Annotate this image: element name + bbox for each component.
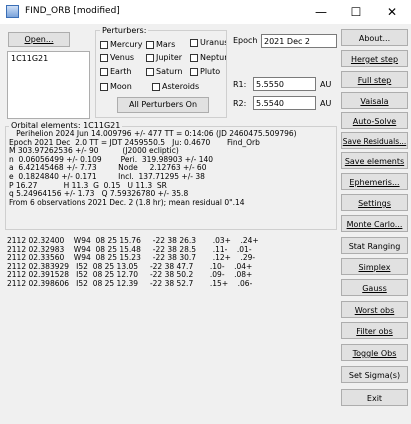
simplex-button[interactable]: Simplex xyxy=(341,258,408,275)
r2-unit: AU xyxy=(320,99,332,108)
checkbox-box[interactable] xyxy=(146,53,154,62)
checkbox-label: Mercury xyxy=(110,40,143,49)
about-button[interactable]: About... xyxy=(341,29,408,46)
open-button-label: Open... xyxy=(24,35,54,44)
object-list-item[interactable]: 1C11G21 xyxy=(8,52,89,65)
object-list[interactable]: 1C11G21 xyxy=(7,51,90,119)
checkbox-box[interactable] xyxy=(146,40,154,49)
window-title: FIND_ORB [modified] xyxy=(25,6,120,16)
herget-step-label: Herget step xyxy=(350,55,399,64)
open-button[interactable]: Open... xyxy=(8,32,70,47)
ephemeris-label: Ephemeris... xyxy=(349,178,400,187)
checkbox-label: Mars xyxy=(156,40,176,49)
monte-carlo-button[interactable]: Monte Carlo... xyxy=(341,215,408,232)
monte-carlo-label: Monte Carlo... xyxy=(346,220,403,229)
checkbox-asteroids[interactable]: Asteroids xyxy=(152,82,199,91)
filter-obs-button[interactable]: Filter obs xyxy=(341,322,408,339)
app-icon xyxy=(6,5,19,18)
set-sigma-button[interactable]: Set Sigma(s) xyxy=(341,366,408,383)
checkbox-box[interactable] xyxy=(146,67,154,76)
checkbox-jupiter[interactable]: Jupiter xyxy=(146,53,190,62)
vaisala-label: Vaisala xyxy=(360,97,389,106)
checkbox-box[interactable] xyxy=(190,67,198,76)
auto-solve-button[interactable]: Auto-Solve xyxy=(341,112,408,129)
checkbox-moon[interactable]: Moon xyxy=(100,82,132,91)
checkbox-clip: Uranus xyxy=(190,38,226,50)
epoch-input[interactable]: 2021 Dec 2 xyxy=(261,34,337,48)
checkbox-box[interactable] xyxy=(190,38,198,47)
checkbox-clip: Venus xyxy=(100,53,146,65)
observation-row[interactable]: 2112 02.398606 I52 08 25 12.39 -22 38 52… xyxy=(7,279,337,289)
checkbox-pluto[interactable]: Pluto xyxy=(190,67,220,76)
exit-button[interactable]: Exit xyxy=(341,389,408,406)
herget-step-button[interactable]: Herget step xyxy=(341,50,408,67)
r1-input[interactable]: 5.5550 xyxy=(253,77,316,91)
checkbox-venus[interactable]: Venus xyxy=(100,53,146,62)
settings-label: Settings xyxy=(358,199,391,208)
save-residuals-button[interactable]: Save Residuals... xyxy=(341,132,408,149)
checkbox-mercury[interactable]: Mercury xyxy=(100,40,142,49)
r2-input[interactable]: 5.5540 xyxy=(253,96,316,110)
save-residuals-label: Save Residuals... xyxy=(342,137,407,146)
checkbox-mars[interactable]: Mars xyxy=(146,40,175,49)
checkbox-clip: Neptune xyxy=(190,53,226,65)
full-step-button[interactable]: Full step xyxy=(341,71,408,88)
full-step-label: Full step xyxy=(357,76,392,85)
checkbox-clip: Jupiter xyxy=(146,53,190,65)
all-perturbers-button[interactable]: All Perturbers On xyxy=(117,97,209,113)
vaisala-button[interactable]: Vaisala xyxy=(341,92,408,109)
orbital-elements-header: Orbital elements: 1C11G21 xyxy=(9,121,123,130)
epoch-label: Epoch xyxy=(233,36,258,45)
maximize-icon[interactable]: ☐ xyxy=(341,2,371,22)
checkbox-label: Venus xyxy=(110,53,135,62)
r2-label: R2: xyxy=(233,99,247,108)
gauss-button[interactable]: Gauss xyxy=(341,279,408,296)
observation-list[interactable]: 2112 02.32400 W94 08 25 15.76 -22 38 26.… xyxy=(7,235,337,415)
orbital-elements-text: Perihelion 2024 Jun 14.009796 +/- 477 TT… xyxy=(9,130,335,207)
close-icon[interactable]: ✕ xyxy=(377,2,407,22)
checkbox-uranus[interactable]: Uranus xyxy=(190,38,226,47)
settings-button[interactable]: Settings xyxy=(341,194,408,211)
simplex-label: Simplex xyxy=(358,263,391,272)
checkbox-label: Neptune xyxy=(200,53,226,62)
stat-ranging-button[interactable]: Stat Ranging xyxy=(341,237,408,254)
checkbox-label: Asteroids xyxy=(162,82,200,91)
minimize-icon[interactable]: — xyxy=(306,2,336,22)
checkbox-label: Uranus xyxy=(200,38,226,47)
checkbox-saturn[interactable]: Saturn xyxy=(146,67,190,76)
orbit-line: From 6 observations 2021 Dec. 2 (1.8 hr)… xyxy=(9,197,245,207)
auto-solve-label: Auto-Solve xyxy=(352,117,397,126)
r1-unit: AU xyxy=(320,80,332,89)
save-elements-button[interactable]: Save elements xyxy=(341,152,408,169)
checkbox-neptune[interactable]: Neptune xyxy=(190,53,226,62)
checkbox-label: Earth xyxy=(110,67,132,76)
perturbers-legend: Perturbers: xyxy=(100,26,149,35)
checkbox-clip: Saturn xyxy=(146,67,190,79)
save-elements-label: Save elements xyxy=(344,157,405,166)
ephemeris-button[interactable]: Ephemeris... xyxy=(341,173,408,190)
gauss-label: Gauss xyxy=(362,284,387,293)
toggle-obs-button[interactable]: Toggle Obs xyxy=(341,344,408,361)
checkbox-label: Pluto xyxy=(200,67,221,76)
checkbox-box[interactable] xyxy=(100,82,108,91)
checkbox-box[interactable] xyxy=(190,53,198,62)
worst-obs-button[interactable]: Worst obs xyxy=(341,301,408,318)
filter-obs-label: Filter obs xyxy=(356,327,393,336)
toggle-obs-label: Toggle Obs xyxy=(352,349,397,358)
worst-obs-label: Worst obs xyxy=(354,306,395,315)
checkbox-box[interactable] xyxy=(100,67,108,76)
checkbox-box[interactable] xyxy=(100,40,108,49)
checkbox-label: Moon xyxy=(110,82,132,91)
checkbox-earth[interactable]: Earth xyxy=(100,67,131,76)
checkbox-label: Jupiter xyxy=(156,53,183,62)
checkbox-box[interactable] xyxy=(100,53,108,62)
r1-label: R1: xyxy=(233,80,247,89)
checkbox-label: Saturn xyxy=(156,67,183,76)
checkbox-box[interactable] xyxy=(152,82,160,91)
